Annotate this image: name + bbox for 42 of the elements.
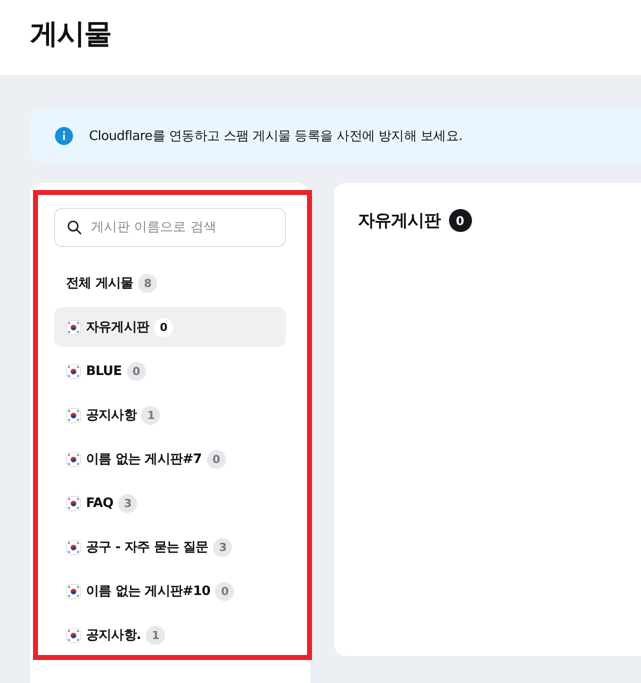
board-name: 공지사항. [86, 627, 141, 644]
all-posts-label: 전체 게시물 [66, 275, 134, 292]
post-count: 1 [141, 406, 160, 424]
flag-icon [66, 452, 81, 466]
flag-icon [66, 320, 81, 334]
flag-icon [66, 364, 81, 378]
board-name: 이름 없는 게시판#10 [86, 583, 210, 600]
board-name: 이름 없는 게시판#7 [86, 451, 202, 468]
board-item[interactable]: FAQ 3 [54, 483, 286, 523]
flag-icon [66, 584, 81, 598]
post-count: 0 [206, 450, 226, 468]
flag-icon [66, 496, 81, 510]
flag-icon [66, 408, 81, 422]
post-count: 0 [154, 318, 174, 336]
board-item[interactable]: 자유게시판 0 [54, 307, 286, 347]
board-name: 공구 - 자주 묻는 질문 [86, 539, 208, 556]
all-posts-item[interactable]: 전체 게시물 8 [54, 263, 286, 303]
post-count-badge: 0 [448, 209, 472, 232]
board-title: 자유게시판 [358, 210, 440, 232]
post-count: 3 [213, 538, 232, 556]
post-count: 3 [118, 494, 138, 512]
board-item[interactable]: BLUE 0 [54, 351, 286, 391]
post-count: 1 [146, 626, 165, 644]
post-count: 0 [126, 362, 146, 380]
board-name: 자유게시판 [86, 319, 150, 336]
search-icon [67, 220, 82, 235]
flag-icon [66, 540, 81, 554]
board-name: FAQ [86, 496, 114, 510]
board-item[interactable]: 공지사항. 1 [54, 615, 286, 655]
board-item[interactable]: 이름 없는 게시판#10 0 [54, 571, 286, 611]
board-item[interactable]: 공구 - 자주 묻는 질문 3 [54, 527, 286, 567]
search-field[interactable]: 게시판 이름으로 검색 [54, 208, 286, 247]
post-count: 8 [138, 274, 158, 292]
board-item[interactable]: 공지사항 1 [54, 395, 286, 435]
board-item[interactable]: 이름 없는 게시판#7 0 [54, 439, 286, 479]
notice-text: Cloudflare를 연동하고 스팸 게시물 등록을 사전에 방지해 보세요. [89, 128, 462, 144]
flag-icon [66, 628, 81, 642]
board-name: BLUE [86, 364, 122, 378]
page-title: 게시물 [30, 16, 111, 52]
board-name: 공지사항 [86, 407, 136, 424]
info-icon [55, 126, 73, 144]
post-count: 0 [215, 582, 234, 600]
